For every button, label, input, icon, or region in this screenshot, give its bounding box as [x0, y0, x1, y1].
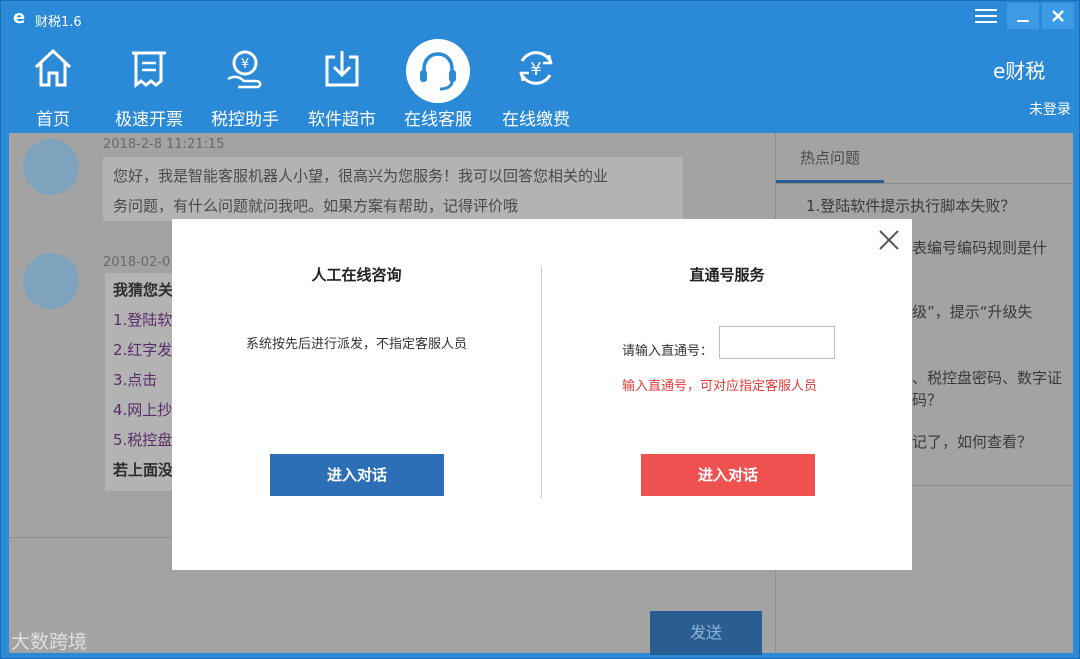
nav-fast-invoice-label: 极速开票 [115, 110, 183, 130]
app-window: e 财税1.6 首页 极速开票 ¥ 税控助手 软件超市 在线客服 ¥ 在线缴费 … [0, 0, 1080, 659]
direct-number-input[interactable] [719, 326, 835, 359]
headset-icon [406, 39, 470, 103]
human-consult-desc: 系统按先后进行派发，不指定客服人员 [245, 337, 467, 352]
bot-message-line1: 您好，我是智能客服机器人小望，很高兴为您服务！我可以回答您相关的业 [113, 167, 609, 185]
direct-number-label: 请输入直通号： [622, 344, 714, 359]
svg-text:¥: ¥ [530, 59, 541, 80]
minimize-button[interactable] [1007, 3, 1039, 29]
nav-tax-assistant-label: 税控助手 [211, 110, 279, 130]
hot-question-item[interactable]: 表编号编码规则是什 [912, 237, 1047, 258]
nav-tax-assistant[interactable]: ¥ 税控助手 [200, 39, 290, 131]
bot-message-line2: 务问题，有什么问题就问我吧。如果方案有帮助，记得评价哦 [113, 197, 519, 215]
bot-message: 您好，我是智能客服机器人小望，很高兴为您服务！我可以回答您相关的业 务问题，有什… [103, 157, 683, 221]
nav-online-service-label: 在线客服 [404, 110, 472, 130]
enter-direct-chat-button[interactable]: 进入对话 [641, 454, 815, 496]
message-timestamp: 2018-2-8 11:21:15 [103, 137, 225, 152]
close-icon [1052, 10, 1064, 22]
minimize-icon [1017, 20, 1029, 22]
hot-question-item[interactable]: 码？ [912, 389, 942, 410]
enter-chat-button[interactable]: 进入对话 [270, 454, 444, 496]
hot-question-item[interactable]: 1.登陆软件提示执行脚本失败？ [806, 195, 1015, 216]
nav-software-market[interactable]: 软件超市 [297, 39, 387, 131]
receipt-icon [132, 51, 166, 89]
message-timestamp: 2018-02-0 [103, 255, 171, 270]
nav-fast-invoice[interactable]: 极速开票 [104, 39, 194, 131]
send-button[interactable]: 发送 [650, 611, 762, 655]
hamburger-icon [975, 9, 997, 23]
app-logo-icon: e [13, 7, 26, 28]
yen-refresh-icon: ¥ [519, 51, 553, 85]
svg-text:¥: ¥ [241, 57, 249, 72]
hot-question-item[interactable]: 级”，提示“升级失 [912, 301, 1033, 322]
hot-question-item[interactable]: 记了，如何查看？ [912, 431, 1032, 452]
home-icon [34, 48, 72, 87]
nav-online-service[interactable]: 在线客服 [393, 39, 483, 131]
bot-avatar [23, 139, 79, 195]
bot-avatar [23, 253, 79, 309]
tax-assistant-icon: ¥ [227, 50, 262, 89]
nav-online-payment-label: 在线缴费 [502, 110, 570, 130]
nav-home[interactable]: 首页 [8, 39, 98, 131]
human-consult-title: 人工在线咨询 [311, 266, 402, 284]
download-icon [325, 51, 359, 87]
login-status[interactable]: 未登录 [1029, 99, 1071, 119]
tab-hot-questions[interactable]: 热点问题 [776, 133, 884, 183]
menu-button[interactable] [970, 3, 1002, 29]
brand-logo: e财税 [993, 59, 1046, 83]
window-title: 财税1.6 [35, 15, 82, 30]
direct-number-hint: 输入直通号，可对应指定客服人员 [622, 379, 818, 394]
close-window-button[interactable] [1042, 3, 1074, 29]
close-icon[interactable] [878, 229, 900, 251]
hot-question-item[interactable]: 、税控盘密码、数字证 [912, 367, 1062, 388]
nav-software-market-label: 软件超市 [308, 110, 376, 130]
divider [776, 183, 1074, 184]
watermark: 大数跨境 [11, 631, 88, 653]
title-bar: e 财税1.6 [1, 1, 1079, 37]
nav-home-label: 首页 [36, 110, 70, 130]
direct-service-title: 直通号服务 [689, 266, 765, 284]
service-selection-dialog: 人工在线咨询 系统按先后进行派发，不指定客服人员 进入对话 直通号服务 请输入直… [172, 219, 912, 570]
nav-online-payment[interactable]: ¥ 在线缴费 [491, 39, 581, 131]
dialog-divider [541, 265, 542, 498]
